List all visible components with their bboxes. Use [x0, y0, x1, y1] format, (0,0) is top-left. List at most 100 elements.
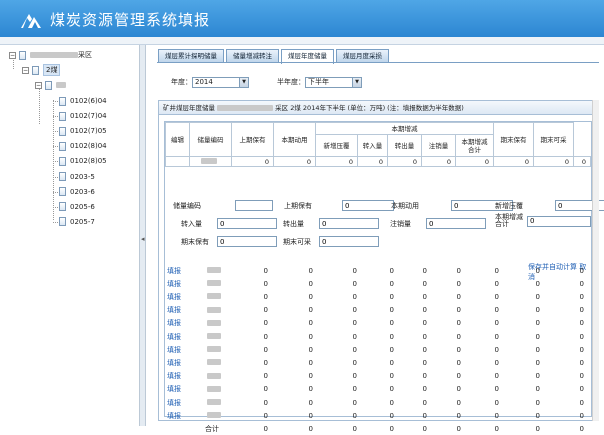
cell-value: 0 — [494, 306, 499, 315]
tree-leaf-label: 0203-6 — [70, 187, 95, 196]
summary-cell: 0 — [315, 156, 358, 167]
summary-cell: 0 — [533, 156, 574, 167]
cell-value: 0 — [352, 372, 357, 381]
cell-value: 0 — [389, 345, 394, 354]
vertical-scrollbar[interactable] — [592, 100, 599, 421]
cell-value: 0 — [389, 292, 394, 301]
cell-value: 0 — [456, 266, 461, 275]
field-sum: 本期增减 合计 — [495, 214, 591, 228]
cell-value: 0 — [308, 292, 313, 301]
fill-link[interactable]: 填报 — [167, 279, 181, 289]
cell-value: 0 — [456, 411, 461, 420]
tree-leaf-label: 0102(6)04 — [70, 97, 107, 105]
half-year-value: 下半年 — [308, 77, 329, 86]
fill-link[interactable]: 填报 — [167, 318, 181, 328]
tree-leaf[interactable]: 0203-5 — [59, 171, 95, 183]
fill-link[interactable]: 填报 — [167, 345, 181, 355]
chevron-down-icon[interactable]: ▼ — [352, 77, 361, 87]
cell-value: 0 — [422, 345, 427, 354]
tree-leaf[interactable]: 0102(7)04 — [59, 110, 107, 122]
fill-link[interactable]: 填报 — [167, 266, 181, 276]
cell-value: 0 — [422, 279, 427, 288]
half-year-select[interactable]: 下半年 ▼ — [305, 76, 362, 88]
tree-node-2coal[interactable]: − 2煤 — [22, 64, 61, 76]
field-label: 新增压覆 — [495, 201, 523, 210]
tree-leaf[interactable]: 0205-6 — [59, 201, 95, 213]
fill-link[interactable]: 填报 — [167, 292, 181, 302]
year-select[interactable]: 2014 ▼ — [192, 76, 249, 88]
field-mine-input[interactable] — [319, 236, 379, 247]
tab-cumulative-reserve[interactable]: 煤层累计探明储量 — [158, 49, 224, 63]
cell-value: 0 — [494, 332, 499, 341]
field-reserve-code-input[interactable] — [235, 200, 273, 211]
field-cancel-input[interactable] — [426, 218, 486, 229]
cell-value: 0 — [535, 292, 540, 301]
fill-link[interactable]: 填报 — [167, 384, 181, 394]
summary-cell: 0 — [357, 156, 388, 167]
panel-title-prefix: 矿井煤层年度储量 — [163, 104, 215, 112]
cell-value: 0 — [494, 398, 499, 407]
cell-value: 0 — [422, 372, 427, 381]
fill-link[interactable]: 填报 — [167, 332, 181, 342]
field-in-input[interactable] — [217, 218, 277, 229]
field-in: 转入量 — [181, 218, 277, 229]
cell-value: 0 — [535, 345, 540, 354]
summary-edit-cell — [165, 156, 190, 167]
collapse-arrow-icon[interactable]: ◂ — [141, 235, 145, 243]
fill-link[interactable]: 填报 — [167, 411, 181, 421]
tree-leaf[interactable]: 0205-7 — [59, 216, 95, 228]
code-masked — [207, 346, 221, 353]
tree-root[interactable]: − 采区 — [9, 49, 92, 61]
cell-value: 0 — [422, 358, 427, 367]
cell-value: 0 — [456, 332, 461, 341]
cell-value: 0 — [579, 345, 584, 354]
fill-link[interactable]: 填报 — [167, 371, 181, 381]
fill-link[interactable]: 填报 — [167, 358, 181, 368]
tree-node-sub[interactable]: − — [35, 79, 66, 91]
field-out-input[interactable] — [319, 218, 379, 229]
field-label: 转入量 — [181, 219, 202, 228]
chevron-down-icon[interactable]: ▼ — [239, 77, 248, 87]
collapse-icon[interactable]: − — [35, 81, 42, 89]
cell-value: 0 — [494, 319, 499, 328]
collapse-icon[interactable]: − — [9, 51, 16, 59]
cell-value: 0 — [352, 292, 357, 301]
cell-value: 0 — [308, 411, 313, 420]
cell-value: 0 — [535, 279, 540, 288]
code-masked — [207, 359, 221, 366]
tree-leaf[interactable]: 0102(7)05 — [59, 125, 107, 137]
file-icon — [59, 111, 66, 121]
tree-leaf[interactable]: 0203-6 — [59, 186, 95, 198]
fill-link[interactable]: 填报 — [167, 305, 181, 315]
fill-link[interactable]: 填报 — [167, 398, 181, 408]
panel-title: 矿井煤层年度储量 采区 2煤 2014年下半年 (单位：万吨) (注：填报数据为… — [159, 101, 597, 115]
cell-value: 0 — [389, 266, 394, 275]
field-sum-input[interactable] — [527, 215, 591, 227]
cell-value: 0 — [352, 332, 357, 341]
field-end-input[interactable] — [217, 236, 277, 247]
tree-leaf[interactable]: 0102(8)04 — [59, 140, 107, 152]
tree-leaf[interactable]: 0102(8)05 — [59, 155, 107, 167]
tree-leaf[interactable]: 0102(6)04 — [59, 95, 107, 107]
cell-value: 0 — [263, 345, 268, 354]
node-name-masked — [56, 82, 66, 88]
cell-value: 0 — [579, 279, 584, 288]
cell-value: 0 — [263, 424, 268, 433]
cell-value: 0 — [456, 345, 461, 354]
tab-reserve-change[interactable]: 储量增减转注 — [226, 49, 279, 63]
cell-value: 0 — [308, 306, 313, 315]
cell-value: 0 — [263, 398, 268, 407]
summary-cell: 0 — [455, 156, 494, 167]
field-begin-input[interactable] — [342, 200, 394, 211]
cell-value: 0 — [308, 385, 313, 394]
code-masked — [207, 306, 221, 313]
cell-value: 0 — [422, 306, 427, 315]
cell-value: 0 — [494, 411, 499, 420]
cell-value: 0 — [352, 345, 357, 354]
cell-value: 0 — [535, 411, 540, 420]
cell-value: 0 — [579, 319, 584, 328]
cell-value: 0 — [352, 385, 357, 394]
tab-monthly-loss[interactable]: 煤层月度采损 — [336, 49, 389, 63]
cell-value: 0 — [494, 279, 499, 288]
collapse-icon[interactable]: − — [22, 66, 29, 74]
